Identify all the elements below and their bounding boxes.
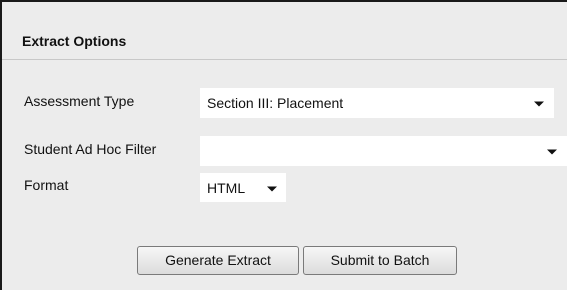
format-value: HTML: [207, 179, 246, 196]
ad-hoc-filter-select[interactable]: [200, 136, 569, 166]
assessment-type-label: Assessment Type: [24, 93, 135, 109]
assessment-type-value: Section III: Placement: [207, 95, 344, 111]
extract-options-panel: Extract Options Assessment Type Section …: [0, 0, 569, 290]
panel-title: Extract Options: [22, 33, 127, 49]
format-select[interactable]: HTML: [200, 173, 286, 202]
chevron-down-icon: [267, 186, 277, 191]
format-label: Format: [24, 177, 69, 193]
panel-header: Extract Options: [2, 2, 567, 60]
generate-extract-button[interactable]: Generate Extract: [137, 246, 299, 275]
assessment-type-select[interactable]: Section III: Placement: [200, 88, 554, 118]
ad-hoc-filter-label: Student Ad Hoc Filter: [24, 141, 157, 157]
chevron-down-icon: [547, 149, 557, 155]
chevron-down-icon: [534, 101, 544, 107]
submit-to-batch-button[interactable]: Submit to Batch: [303, 246, 457, 275]
